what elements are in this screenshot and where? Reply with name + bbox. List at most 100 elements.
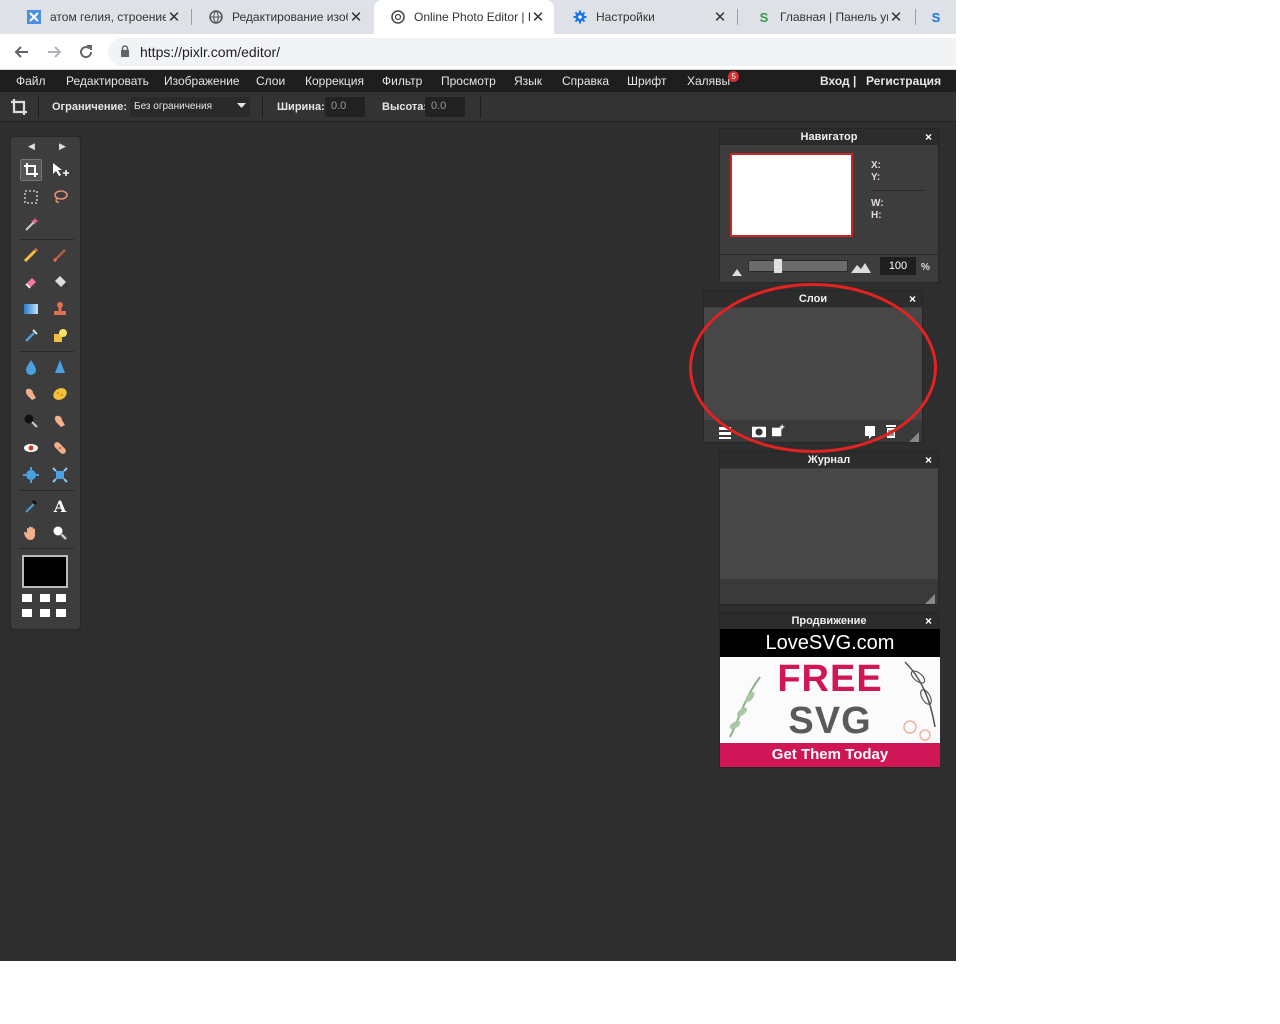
promo-cta-button[interactable]: Get Them Today [720,743,940,767]
menu-separator: | [853,74,857,88]
spot-heal-icon[interactable] [49,437,71,459]
pencil-icon[interactable] [20,244,42,266]
gradient-icon[interactable] [20,298,42,320]
layers-footer [704,420,922,442]
brush-icon[interactable] [49,244,71,266]
new-layer-icon[interactable] [864,425,878,439]
back-arrow-icon[interactable] [10,40,34,64]
close-tab-icon[interactable]: ✕ [712,8,728,26]
forward-arrow-icon[interactable] [42,40,66,64]
menu-font[interactable]: Шрифт [627,74,666,88]
close-icon[interactable]: × [909,291,916,307]
menu-filter[interactable]: Фильтр [382,74,422,88]
eraser-icon[interactable] [20,271,42,293]
menu-language[interactable]: Язык [514,74,542,88]
color-picker-icon[interactable] [20,495,42,517]
close-icon[interactable]: × [925,452,932,468]
marquee-icon[interactable] [20,186,42,208]
color-replace-icon[interactable] [20,325,42,347]
navigator-panel: Навигатор × X: Y: W: H: 100 % [719,128,940,283]
burn-icon[interactable] [20,410,42,432]
menu-freebies[interactable]: Халявы5 [687,71,741,88]
close-icon[interactable]: × [925,129,932,145]
move-icon[interactable] [49,159,71,181]
history-footer [720,579,938,604]
menu-edit[interactable]: Редактировать [66,74,149,88]
tab-dashboard[interactable]: S Главная | Панель упра ✕ [740,0,912,34]
paint-bucket-icon[interactable] [49,271,71,293]
constraint-label: Ограничение: [52,101,128,113]
zoom-icon[interactable] [49,522,71,544]
collapse-left-icon[interactable]: ◀ [28,141,35,152]
magic-wand-icon[interactable] [20,213,42,235]
height-label: Высота: [382,101,428,113]
blur-icon[interactable] [20,356,42,378]
width-field[interactable]: 0.0 [325,97,365,117]
zoom-input[interactable]: 100 [880,257,916,275]
url-input[interactable]: https://pixlr.com/editor/ [108,38,956,66]
menu-bar: Файл Редактировать Изображение Слои Корр… [0,70,956,92]
layer-styles-icon[interactable] [772,423,786,437]
trash-icon[interactable] [884,424,898,438]
sharpen-icon[interactable] [49,356,71,378]
tab-truncated[interactable]: S F [918,0,956,34]
text-tool-icon[interactable]: A [49,495,71,517]
close-icon[interactable]: × [925,613,932,629]
menu-view[interactable]: Просмотр [441,74,496,88]
crop-icon[interactable] [20,159,42,181]
navigator-title: Навигатор [720,129,938,145]
layer-settings-icon[interactable] [718,425,732,439]
sponge-icon[interactable] [49,383,71,405]
resize-handle-icon[interactable] [909,429,919,442]
height-field[interactable]: 0.0 [425,97,465,117]
foreground-color-swatch[interactable] [22,555,68,588]
bloat-icon[interactable] [20,464,42,486]
zoom-in-icon[interactable] [851,260,871,278]
menu-layers[interactable]: Слои [256,74,285,88]
tab-settings[interactable]: Настройки ✕ [556,0,736,34]
hand-icon[interactable] [20,522,42,544]
yandex-icon [26,9,42,25]
menu-image[interactable]: Изображение [164,74,240,88]
menu-adjust[interactable]: Коррекция [305,74,364,88]
zoom-out-icon[interactable] [732,263,742,281]
resize-handle-icon[interactable] [925,591,935,604]
collapse-right-icon[interactable]: ▶ [59,141,66,152]
menu-help[interactable]: Справка [562,74,609,88]
lasso-icon[interactable] [49,186,71,208]
layers-list[interactable] [704,308,922,420]
x-label: X: [871,160,881,171]
red-eye-icon[interactable] [20,437,42,459]
advertisement-banner[interactable]: LoveSVG.com FREE SVG Get Them Today [720,629,940,767]
login-link[interactable]: Вход [820,74,850,88]
history-list[interactable] [720,469,938,579]
pinch-icon[interactable] [49,464,71,486]
history-title: Журнал [720,452,938,468]
tab-edit-image[interactable]: Редактирование изобр ✕ [192,0,372,34]
navigator-preview[interactable] [730,153,853,237]
zoom-slider-handle[interactable] [774,259,782,273]
layer-mask-icon[interactable] [752,425,766,439]
constraint-select[interactable]: Без ограничения [130,97,250,117]
clone-stamp-icon[interactable] [49,298,71,320]
promo-panel: Продвижение × LoveSVG.com FREE SVG Get T… [719,612,940,768]
zoom-slider[interactable] [748,259,848,273]
width-label: Ширина: [277,101,325,113]
close-tab-icon[interactable]: ✕ [166,8,182,26]
green-s-icon: S [759,9,769,25]
reload-icon[interactable] [74,40,98,64]
smudge-icon[interactable] [20,383,42,405]
drawing-icon[interactable] [49,325,71,347]
register-link[interactable]: Регистрация [866,74,941,88]
grid-view-icon[interactable] [22,594,70,620]
dodge-icon[interactable] [49,410,71,432]
menu-file[interactable]: Файл [16,74,46,88]
toolbox: ◀ ▶ A [10,136,81,630]
close-tab-icon[interactable]: ✕ [888,8,904,26]
history-panel: Журнал × [719,451,939,605]
tab-atom-helium[interactable]: атом гелия, строение я ✕ [10,0,190,34]
close-tab-icon[interactable]: ✕ [348,8,364,26]
close-tab-icon[interactable]: ✕ [530,8,546,26]
tab-pixlr[interactable]: Online Photo Editor | Pi ✕ [374,0,554,34]
tab-title: Online Photo Editor | Pi [414,10,530,24]
